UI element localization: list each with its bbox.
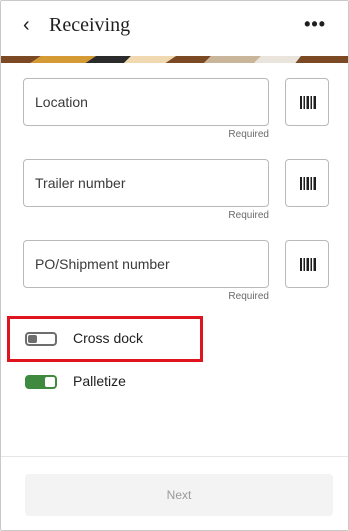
page-title: Receiving	[49, 14, 131, 36]
footer-bar: Next	[1, 456, 348, 530]
po-shipment-placeholder: PO/Shipment number	[35, 256, 170, 272]
cross-dock-switch[interactable]	[25, 332, 57, 346]
trailer-number-scan-button[interactable]	[285, 159, 329, 207]
barcode-icon	[300, 177, 316, 190]
trailer-number-row: Trailer number Required	[23, 159, 329, 225]
location-row: Location Required	[23, 78, 329, 144]
cross-dock-label: Cross dock	[73, 330, 144, 346]
palletize-label: Palletize	[73, 373, 126, 389]
po-shipment-scan-button[interactable]	[285, 240, 329, 288]
barcode-icon	[300, 258, 316, 271]
next-button[interactable]: Next	[25, 474, 333, 516]
switch-knob	[28, 335, 37, 343]
app-header: ‹ Receiving •••	[1, 1, 348, 53]
trailer-number-input[interactable]: Trailer number	[23, 159, 269, 207]
po-shipment-row: PO/Shipment number Required	[23, 240, 329, 306]
trailer-number-placeholder: Trailer number	[35, 175, 126, 191]
barcode-icon	[300, 96, 316, 109]
decorative-banner	[1, 53, 348, 63]
location-scan-button[interactable]	[285, 78, 329, 126]
location-input[interactable]: Location	[23, 78, 269, 126]
more-options-button[interactable]: •••	[304, 14, 326, 34]
po-shipment-required-label: Required	[228, 291, 269, 302]
mobile-screen: ‹ Receiving ••• Location Required Traile…	[0, 0, 349, 531]
location-required-label: Required	[228, 129, 269, 140]
palletize-switch[interactable]	[25, 375, 57, 389]
back-button[interactable]: ‹	[23, 14, 39, 36]
location-placeholder: Location	[35, 94, 88, 110]
banner-pattern	[1, 56, 348, 63]
trailer-number-required-label: Required	[228, 210, 269, 221]
more-horizontal-icon: •••	[304, 14, 326, 34]
chevron-left-icon: ‹	[23, 14, 30, 36]
switch-knob	[45, 377, 55, 387]
po-shipment-input[interactable]: PO/Shipment number	[23, 240, 269, 288]
